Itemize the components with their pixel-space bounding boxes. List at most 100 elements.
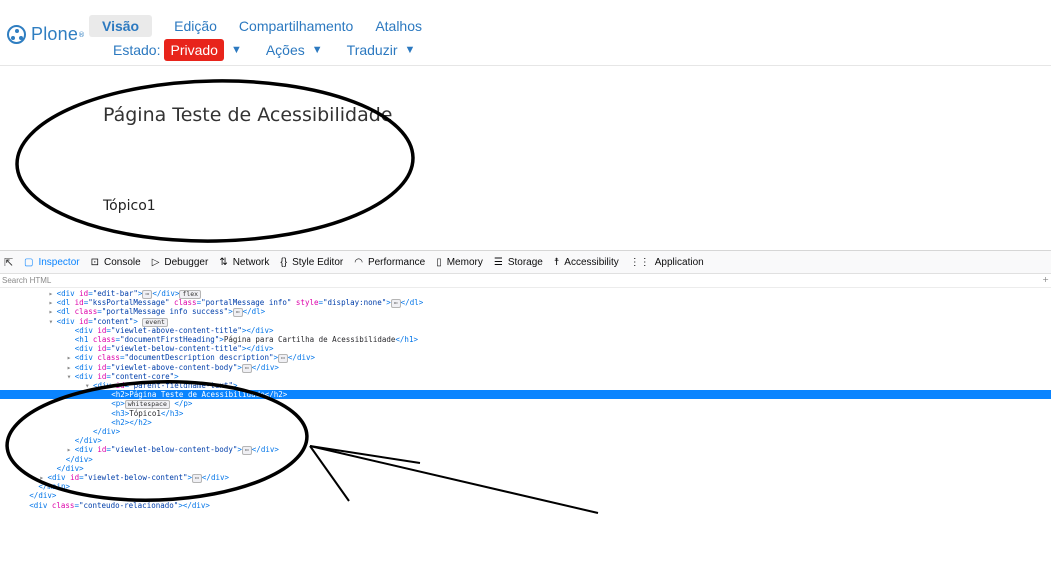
plone-toolbar: Plone ® Visão Edição Compartilhamento Ata…	[0, 0, 1051, 66]
dom-node[interactable]: <h2></h2>	[0, 418, 1051, 427]
attr-name-token: class	[51, 500, 75, 510]
add-node-icon[interactable]: +	[1042, 275, 1049, 284]
tag-token: <div	[74, 371, 98, 381]
state-label: Estado:	[113, 42, 161, 58]
storage-icon: ☰	[493, 256, 503, 268]
topic-heading: Tópico1	[103, 198, 156, 214]
dom-node[interactable]: ▸ <div id="viewlet-below-content-body"> ⋯ <…	[0, 445, 1051, 456]
devtools-tab-label: Network	[232, 256, 270, 268]
tag-token: <div	[74, 445, 98, 455]
expand-toggle-icon[interactable]: ▸	[40, 473, 48, 482]
plone-logo-icon	[7, 25, 26, 44]
tag-token: </p>	[169, 399, 193, 409]
dom-node[interactable]: ▸ <div id="viewlet-above-content-body"> ⋯ <…	[0, 363, 1051, 373]
state-badge[interactable]: Privado	[164, 39, 224, 61]
inspector-icon: ▢	[24, 256, 34, 268]
dom-node[interactable]: <div id="viewlet-above-content-title"></…	[0, 326, 1051, 335]
tag-token: <div	[47, 473, 71, 482]
dom-node[interactable]: ▾ <div id="content"> event	[0, 316, 1051, 327]
expand-toggle-icon[interactable]: ▸	[67, 363, 75, 372]
attr-value-token: "content-core"	[110, 371, 175, 381]
expand-toggle-icon[interactable]: ▾	[85, 381, 93, 390]
devtools-tab-label: Accessibility	[564, 256, 619, 268]
attr-name-token: id	[70, 473, 80, 482]
expand-toggle-icon[interactable]: ▸	[67, 445, 75, 454]
dom-node[interactable]: </div>	[0, 455, 1051, 464]
attr-value-token: "portalMessage info"	[201, 298, 292, 308]
dom-node[interactable]: </div>	[0, 427, 1051, 436]
devtools-tab-label: Debugger	[164, 256, 209, 268]
devtools-tab-memory[interactable]: ▯ Memory	[436, 257, 483, 268]
plone-logo-mark: ®	[78, 30, 86, 39]
actions-dropdown-icon[interactable]: ▼	[312, 44, 323, 56]
text-token: Página para Cartilha de Acessibilidade	[223, 335, 396, 344]
attr-value-token: "portalMessage info success"	[101, 307, 229, 317]
tag-token: </div>	[29, 491, 57, 501]
devtools-tab-debugger[interactable]: ▷ Debugger	[152, 257, 209, 268]
debugger-icon: ▷	[151, 256, 160, 268]
devtools-tab-network[interactable]: ⇅ Network	[219, 257, 269, 268]
dom-node[interactable]: <div class="conteudo-relacionado"></div>	[0, 501, 1051, 510]
devtools-tab-application[interactable]: ⋮⋮ Application	[630, 257, 704, 268]
dom-node[interactable]: ▾ <div id="parent-fieldname-text">	[0, 381, 1051, 390]
dom-node[interactable]: ▸ <dl class="portalMessage info success">…	[0, 307, 1051, 318]
expand-toggle-icon[interactable]: ▾	[49, 317, 57, 326]
dom-node[interactable]: </div>	[0, 436, 1051, 445]
dom-node[interactable]: </div>	[0, 464, 1051, 473]
tag-token: </h3>	[160, 408, 184, 418]
dom-node[interactable]: ▸ <div class="documentDescription descrip…	[0, 353, 1051, 364]
tag-token: <h1	[74, 335, 93, 344]
style-editor-icon: {}	[280, 256, 288, 268]
state-dropdown-icon[interactable]: ▼	[231, 44, 242, 56]
devtools-tab-label: Storage	[507, 256, 543, 268]
expand-toggle-icon[interactable]: ▸	[67, 353, 75, 362]
tab-compartilhamento[interactable]: Compartilhamento	[239, 18, 353, 34]
tab-visao[interactable]: Visão	[89, 15, 153, 37]
devtools-tab-inspector[interactable]: ▢ Inspector	[24, 257, 80, 268]
devtools-tab-list: ▢ Inspector ⊡ Console ▷ Debugger ⇅ Network {} Sty…	[24, 257, 715, 268]
dom-node[interactable]: <h3>Tópico1</h3>	[0, 409, 1051, 418]
dom-node[interactable]: <div id="viewlet-below-content-title"></…	[0, 344, 1051, 353]
tab-edicao[interactable]: Edição	[174, 18, 217, 34]
translate-menu[interactable]: Traduzir	[347, 42, 398, 58]
expand-toggle-icon[interactable]: ▾	[67, 372, 75, 381]
tag-token: <div	[74, 344, 98, 354]
application-icon: ⋮⋮	[629, 256, 650, 268]
actions-menu[interactable]: Ações	[266, 42, 305, 58]
dom-node[interactable]: ▸ <div id="viewlet-below-content"> ⋯ </div>	[0, 473, 1051, 483]
dom-node-selected[interactable]: <h2>Página Teste de Acessibilidade</h2>	[0, 390, 1051, 400]
expand-toggle-icon[interactable]: ▸	[49, 289, 57, 298]
dom-node[interactable]: <h1 class="documentFirstHeading">Página …	[0, 335, 1051, 344]
dom-node[interactable]: ▸ <dl id="kssPortalMessage" class="portal…	[0, 298, 1051, 309]
dom-node[interactable]: </main>	[0, 482, 1051, 491]
plone-logo[interactable]: Plone ®	[7, 24, 85, 45]
tag-token: >	[133, 316, 143, 326]
attr-name-token: id	[115, 381, 125, 390]
attr-value-token: "edit-bar"	[92, 289, 138, 298]
translate-dropdown-icon[interactable]: ▼	[404, 44, 415, 56]
devtools-tab-console[interactable]: ⊡ Console	[91, 257, 141, 268]
expand-toggle-icon[interactable]: ▸	[49, 298, 57, 307]
expand-toggle-icon[interactable]: ▸	[49, 307, 57, 316]
devtools-tab-style-editor[interactable]: {} Style Editor	[280, 257, 343, 268]
tag-token: </div>	[201, 473, 230, 482]
element-picker-icon[interactable]: ⇱	[4, 256, 16, 269]
tab-atalhos[interactable]: Atalhos	[375, 18, 422, 34]
performance-icon: ◠	[354, 256, 363, 268]
devtools-tab-accessibility[interactable]: ☨ Accessibility	[554, 257, 619, 268]
tag-token: </div>	[287, 353, 316, 363]
plone-logo-text: Plone	[31, 24, 79, 44]
network-icon: ⇅	[219, 256, 228, 268]
search-html-input[interactable]: Search HTML	[2, 276, 51, 285]
dom-node[interactable]: <p> whitespace </p>	[0, 399, 1051, 410]
tag-token: >	[174, 371, 179, 381]
devtools-tab-performance[interactable]: ◠ Performance	[354, 257, 425, 268]
attr-value-token: "viewlet-below-content-title"	[110, 344, 242, 354]
tag-token: <div	[93, 381, 116, 390]
dom-node[interactable]: ▸ <div id="edit-bar"> ⋯ </div> flex	[0, 289, 1051, 299]
content-actions-row: Estado: Privado ▼ Ações ▼ Traduzir ▼	[113, 39, 439, 61]
devtools-tab-storage[interactable]: ☰ Storage	[494, 257, 543, 268]
dom-node[interactable]: ▾ <div id="content-core">	[0, 372, 1051, 381]
attr-value-token: "documentDescription description"	[124, 353, 274, 363]
dom-node[interactable]: </div>	[0, 491, 1051, 500]
